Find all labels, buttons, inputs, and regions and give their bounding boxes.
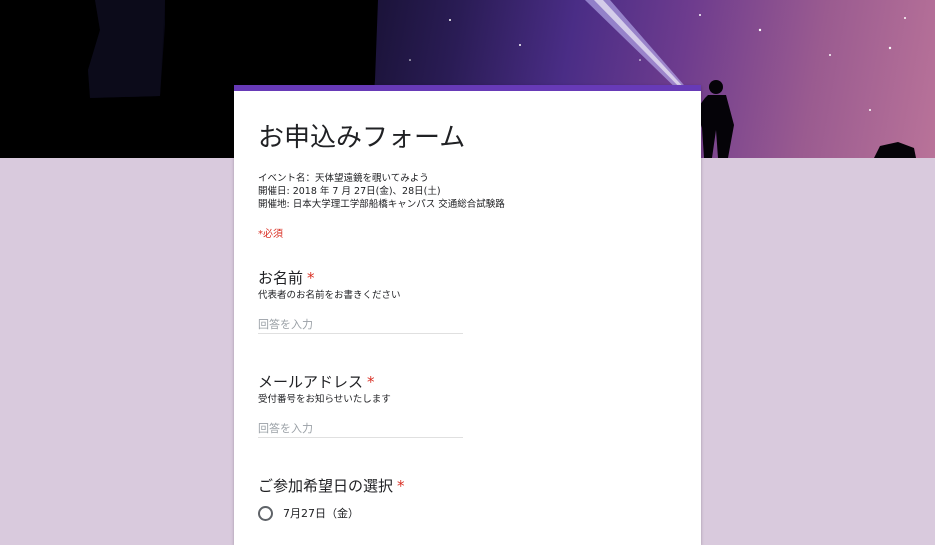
- question-email-title: メールアドレス *: [258, 371, 375, 392]
- question-name-help: 代表者のお名前をお書きください: [258, 290, 401, 301]
- question-name-label: お名前: [258, 269, 304, 287]
- question-date-label: ご参加希望日の選択: [258, 477, 394, 495]
- required-star: *: [397, 477, 405, 495]
- email-input[interactable]: [258, 419, 463, 438]
- date-option-label: 7月27日（金）: [283, 507, 359, 520]
- question-email-help: 受付番号をお知らせいたします: [258, 394, 391, 405]
- name-input[interactable]: [258, 315, 463, 334]
- required-note: *必須: [258, 229, 283, 240]
- required-star: *: [307, 269, 315, 287]
- required-star: *: [367, 373, 375, 391]
- question-date-title: ご参加希望日の選択 *: [258, 475, 405, 496]
- form-description-date: 開催日: 2018 年 7 月 27日(金)、28日(土): [258, 186, 441, 197]
- radio-button-icon[interactable]: [258, 505, 273, 521]
- form-title: お申込みフォーム: [258, 123, 466, 153]
- date-option-july27[interactable]: 7月27日（金）: [258, 505, 359, 521]
- form-description-event: イベント名：天体望遠鏡を覗いてみよう: [258, 173, 429, 184]
- question-email-label: メールアドレス: [258, 373, 364, 391]
- question-name-title: お名前 *: [258, 267, 315, 288]
- form-card: お申込みフォーム イベント名：天体望遠鏡を覗いてみよう 開催日: 2018 年 …: [234, 85, 701, 545]
- form-description-venue: 開催地: 日本大学理工学部船橋キャンパス 交通総合試験路: [258, 199, 505, 210]
